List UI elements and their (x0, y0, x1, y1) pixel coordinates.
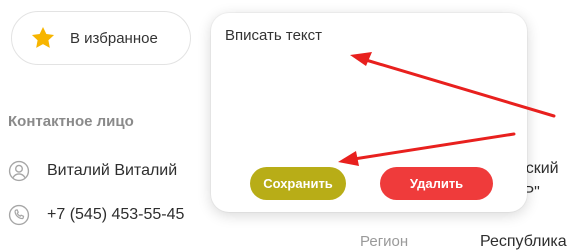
contact-person-row: Виталий Виталий (8, 160, 177, 182)
contact-person-name: Виталий Виталий (47, 162, 178, 179)
add-to-favorites-label: В избранное (70, 29, 158, 47)
phone-icon (8, 204, 30, 226)
region-label: Регион (360, 233, 409, 250)
contact-section-title: Контактное лицо (8, 113, 134, 130)
note-textarea[interactable] (225, 27, 513, 167)
region-value: Республика (480, 233, 567, 250)
add-to-favorites-button[interactable]: В избранное (11, 11, 191, 65)
delete-note-button[interactable]: Удалить (380, 167, 493, 200)
contact-phone-row[interactable]: +7 (545) 453-55-45 (8, 204, 184, 226)
save-note-button[interactable]: Сохранить (250, 167, 346, 200)
contact-phone-number: +7 (545) 453-55-45 (47, 206, 185, 223)
note-popover: Сохранить Удалить (211, 13, 527, 212)
user-circle-icon (8, 160, 30, 182)
star-icon (31, 26, 55, 48)
